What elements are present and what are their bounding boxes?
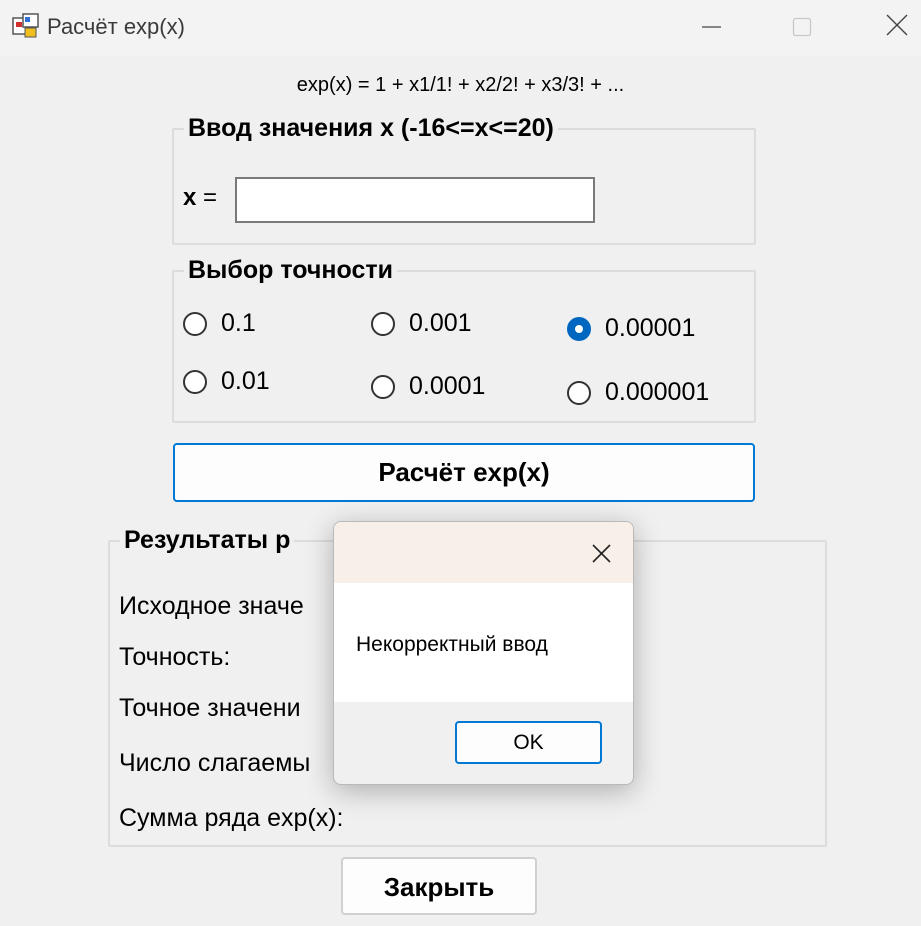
x-label-eq: = (196, 184, 218, 211)
dialog-message: Некорректный ввод (356, 633, 548, 656)
close-icon (886, 14, 908, 36)
x-label: x = (183, 184, 217, 212)
window-close-button[interactable] (845, 0, 921, 56)
dialog-ok-button[interactable]: OK (455, 721, 602, 764)
radio-precision-0.00001[interactable]: 0.00001 (567, 314, 695, 343)
radio-circle (183, 369, 207, 394)
result-source-label: Исходное значе (119, 592, 304, 620)
x-label-var: x (183, 184, 197, 211)
message-dialog: Некорректный ввод OK (333, 521, 634, 785)
maximize-button[interactable] (757, 0, 847, 56)
radio-label: 0.0001 (409, 372, 486, 400)
window-title: Расчёт exp(x) (47, 14, 185, 39)
formula-label: exp(x) = 1 + x1/1! + x2/2! + x3/3! + ... (296, 74, 625, 96)
close-button[interactable]: Закрыть (341, 857, 537, 915)
result-precision-label: Точность: (119, 643, 231, 671)
radio-precision-0.0001[interactable]: 0.0001 (371, 372, 485, 401)
radio-label: 0.1 (221, 309, 256, 337)
radio-circle (371, 311, 395, 336)
app-icon (12, 12, 40, 40)
minimize-button[interactable] (667, 0, 757, 56)
result-sum-label: Сумма ряда exp(x): (119, 804, 344, 832)
radio-circle (567, 380, 591, 405)
radio-precision-0.1[interactable]: 0.1 (183, 309, 256, 338)
radio-circle (371, 374, 395, 399)
title-bar: Расчёт exp(x) (0, 0, 921, 56)
radio-label: 0.000001 (605, 378, 710, 406)
result-terms-label: Число слагаемы (119, 749, 311, 777)
result-exact-label: Точное значени (119, 694, 301, 722)
radio-circle-checked (567, 316, 591, 341)
minimize-icon (702, 26, 721, 28)
precision-group-legend: Выбор точности (188, 256, 393, 284)
results-group-legend: Результаты р (124, 526, 291, 554)
radio-circle (183, 311, 207, 336)
radio-precision-0.000001[interactable]: 0.000001 (567, 378, 709, 407)
dialog-close-button[interactable] (586, 538, 616, 568)
radio-label: 0.00001 (605, 314, 696, 342)
x-input[interactable] (235, 177, 595, 223)
calculate-button[interactable]: Расчёт exp(x) (173, 443, 755, 502)
radio-label: 0.01 (221, 367, 270, 395)
input-group-legend: Ввод значения x (-16<=x<=20) (188, 114, 554, 142)
radio-precision-0.01[interactable]: 0.01 (183, 367, 270, 396)
maximize-icon (792, 17, 812, 37)
close-icon (592, 544, 611, 563)
radio-precision-0.001[interactable]: 0.001 (371, 309, 472, 338)
radio-label: 0.001 (409, 309, 472, 337)
